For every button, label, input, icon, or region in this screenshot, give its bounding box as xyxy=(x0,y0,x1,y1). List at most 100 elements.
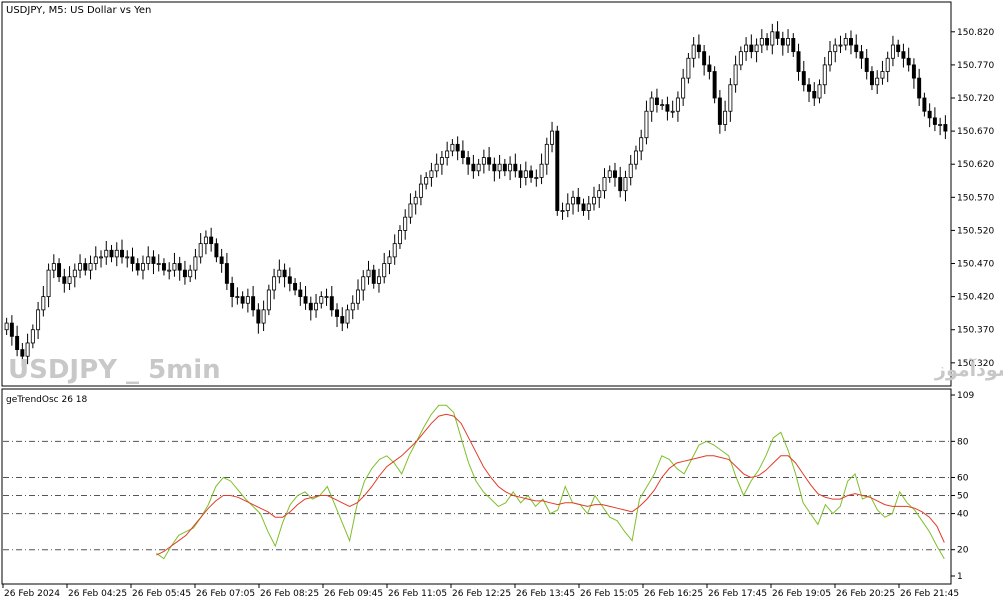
candle-body xyxy=(875,77,880,86)
price-tick-label: 150.370 xyxy=(957,326,994,336)
candle-body xyxy=(807,84,811,92)
candle-body xyxy=(261,309,266,324)
candle-body xyxy=(723,110,728,125)
candle-body xyxy=(460,150,465,158)
candle-body xyxy=(586,203,591,211)
osc-tick-label: 50 xyxy=(957,492,969,502)
osc-tick-label: 40 xyxy=(957,510,969,520)
candle-body xyxy=(99,256,103,259)
candle-body xyxy=(72,269,77,278)
candle-body xyxy=(801,71,806,86)
candle-body xyxy=(555,130,560,211)
candle-body xyxy=(371,269,376,284)
osc-tick-label: 80 xyxy=(957,437,969,447)
candle-body xyxy=(345,309,350,324)
candle-body xyxy=(408,203,413,218)
candle-body xyxy=(78,263,83,271)
candle-body xyxy=(219,256,224,264)
candle-body xyxy=(350,302,355,311)
candle-body xyxy=(702,51,707,66)
candle-body xyxy=(198,243,203,258)
candle-body xyxy=(476,163,481,172)
candle-body xyxy=(272,276,277,291)
candle-body xyxy=(130,256,135,264)
candle-body xyxy=(660,104,665,107)
candle-body xyxy=(665,104,670,112)
price-tick-label: 150.770 xyxy=(957,61,994,71)
candle-body xyxy=(466,157,471,165)
candle-body xyxy=(696,44,701,53)
candle-body xyxy=(245,296,250,304)
candle-body xyxy=(571,196,575,205)
candle-body xyxy=(413,196,418,205)
candle-body xyxy=(822,64,827,86)
candle-body xyxy=(550,130,555,145)
candle-body xyxy=(786,38,791,46)
price-panel-frame xyxy=(1,1,952,387)
candle-body xyxy=(88,263,93,271)
candle-body xyxy=(869,71,874,86)
time-tick-label: 26 Feb 16:25 xyxy=(644,589,703,599)
time-tick-label: 26 Feb 13:45 xyxy=(516,589,575,599)
candle-body xyxy=(670,110,675,113)
candle-body xyxy=(135,263,140,271)
candle-body xyxy=(828,51,832,66)
price-tick-label: 150.520 xyxy=(957,226,994,236)
price-tick-label: 150.620 xyxy=(957,160,994,170)
candle-body xyxy=(791,38,796,53)
candle-body xyxy=(502,163,507,172)
candle-body xyxy=(686,57,691,79)
candle-body xyxy=(104,249,109,258)
candle-body xyxy=(932,117,937,125)
candle-body xyxy=(167,269,172,272)
candle-body xyxy=(235,296,240,299)
candle-body xyxy=(576,196,581,205)
candle-body xyxy=(560,210,565,212)
candle-body xyxy=(880,71,885,79)
candle-body xyxy=(319,296,324,304)
candle-body xyxy=(691,44,696,59)
candle-body xyxy=(314,302,319,311)
candle-body xyxy=(675,97,680,112)
candle-body xyxy=(917,77,922,99)
candle-body xyxy=(681,77,686,99)
candle-body xyxy=(728,84,733,112)
candle-body xyxy=(592,196,596,205)
price-tick-label: 150.470 xyxy=(957,260,994,270)
oscillator-fast-line xyxy=(156,404,945,560)
time-tick-label: 26 Feb 09:45 xyxy=(324,589,383,599)
chart-root: USDJPY, M5: US Dollar vs Yen 150.820150.… xyxy=(1,1,1003,599)
candle-body xyxy=(15,335,20,350)
candle-body xyxy=(649,97,654,112)
oscillator-levels xyxy=(3,440,950,551)
candle-body xyxy=(497,163,502,172)
price-tick-label: 150.670 xyxy=(957,127,994,137)
candle-body xyxy=(387,256,392,264)
oscillator-axis-ticks: 109 80 60 50 40 20 1 xyxy=(951,391,974,582)
time-tick-label: 26 Feb 15:05 xyxy=(580,589,639,599)
candle-body xyxy=(487,157,492,165)
candle-body xyxy=(644,110,649,139)
candle-body xyxy=(518,170,523,178)
candle-body xyxy=(534,177,539,179)
time-tick-label: 26 Feb 08:25 xyxy=(260,589,319,599)
candle-body xyxy=(749,44,754,53)
candle-body xyxy=(397,230,402,245)
time-tick-label: 26 Feb 19:05 xyxy=(772,589,831,599)
candle-body xyxy=(303,296,308,304)
candle-body xyxy=(224,263,229,284)
candle-body xyxy=(120,249,124,258)
candle-body xyxy=(434,163,439,172)
candle-body xyxy=(93,256,98,264)
candle-body xyxy=(602,177,607,192)
candle-body xyxy=(230,282,235,298)
price-tick-label: 150.420 xyxy=(957,293,994,303)
candle-body xyxy=(613,170,617,178)
candle-body xyxy=(618,177,623,192)
candle-body xyxy=(193,256,198,271)
candle-body xyxy=(298,289,303,298)
watermark-left: USDJPY _ 5min xyxy=(8,355,221,385)
candle-body xyxy=(838,44,843,47)
candle-body xyxy=(439,157,444,165)
candle-body xyxy=(62,276,67,284)
